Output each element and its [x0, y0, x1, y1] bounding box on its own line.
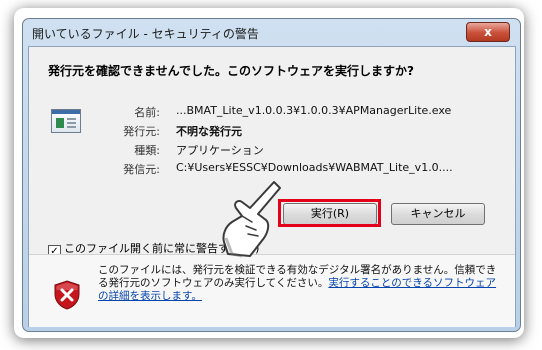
publisher-label: 発行元:: [123, 125, 160, 138]
run-button-highlight: [278, 199, 381, 227]
security-warning-dialog: 開いているファイル - セキュリティの警告 x 発行元を確認できませんでした。こ…: [22, 18, 521, 332]
name-value: ...BMAT_Lite_v1.0.0.3¥1.0.0.3¥APManagerL…: [176, 104, 452, 117]
source-value: C:¥Users¥ESSC¥Downloads¥WABMAT_Lite_v1.0…: [176, 161, 453, 174]
type-value: アプリケーション: [176, 144, 264, 157]
warning-message: このファイルには、発行元を検証できる有効なデジタル署名がありません。信頼できる発…: [98, 264, 503, 303]
name-label: 名前:: [134, 106, 160, 119]
type-label: 種類:: [134, 144, 160, 157]
title-bar[interactable]: 開いているファイル - セキュリティの警告 x: [23, 19, 520, 46]
dialog-heading: 発行元を確認できませんでした。このソフトウェアを実行しますか?: [48, 64, 415, 78]
source-label: 発信元:: [123, 163, 160, 176]
window-title: 開いているファイル - セキュリティの警告: [32, 27, 259, 41]
shield-error-icon: [54, 280, 80, 310]
application-icon: [51, 109, 81, 133]
pointing-hand-icon: [222, 181, 281, 258]
publisher-value: 不明な発行元: [176, 125, 242, 138]
close-button[interactable]: x: [466, 22, 510, 42]
cancel-button[interactable]: キャンセル: [391, 203, 485, 225]
close-icon: x: [484, 25, 492, 39]
warning-panel: このファイルには、発行元を検証できる有効なデジタル署名がありません。信頼できる発…: [29, 254, 515, 327]
